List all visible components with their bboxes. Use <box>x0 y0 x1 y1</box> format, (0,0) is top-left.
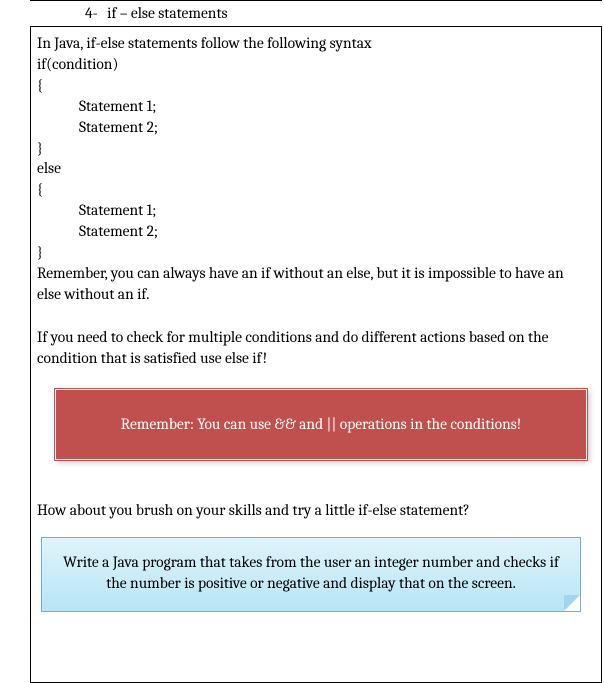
content-box: In Java, if-else statements follow the f… <box>30 27 602 683</box>
callout-blue: Write a Java program that takes from the… <box>41 537 581 613</box>
callout-blue-text: Write a Java program that takes from the… <box>63 553 559 592</box>
code-line: else <box>37 158 591 179</box>
spacer <box>37 464 591 482</box>
code-line: Statement 1; <box>37 200 591 221</box>
document-page: 4- if – else statements In Java, if-else… <box>0 0 604 683</box>
section-heading: 4- if – else statements <box>30 1 602 27</box>
elseif-paragraph: If you need to check for multiple condit… <box>37 327 591 369</box>
page-fold-icon <box>564 595 580 611</box>
spacer <box>37 482 591 500</box>
code-line: { <box>37 179 591 200</box>
callout-red: Remember: You can use && and || operatio… <box>55 389 587 460</box>
heading-text: if – else statements <box>107 4 227 22</box>
code-line: if(condition) <box>37 54 591 75</box>
code-line: } <box>37 138 591 159</box>
callout-red-text: Remember: You can use && and || operatio… <box>121 415 522 433</box>
code-line: { <box>37 75 591 96</box>
spacer <box>37 309 591 327</box>
remember-paragraph: Remember, you can always have an if with… <box>37 263 591 305</box>
code-line: Statement 1; <box>37 96 591 117</box>
intro-paragraph: In Java, if-else statements follow the f… <box>37 33 591 54</box>
code-line: } <box>37 242 591 263</box>
prompt-paragraph: How about you brush on your skills and t… <box>37 500 591 521</box>
code-line: Statement 2; <box>37 221 591 242</box>
code-line: Statement 2; <box>37 117 591 138</box>
heading-number: 4- <box>85 4 98 22</box>
